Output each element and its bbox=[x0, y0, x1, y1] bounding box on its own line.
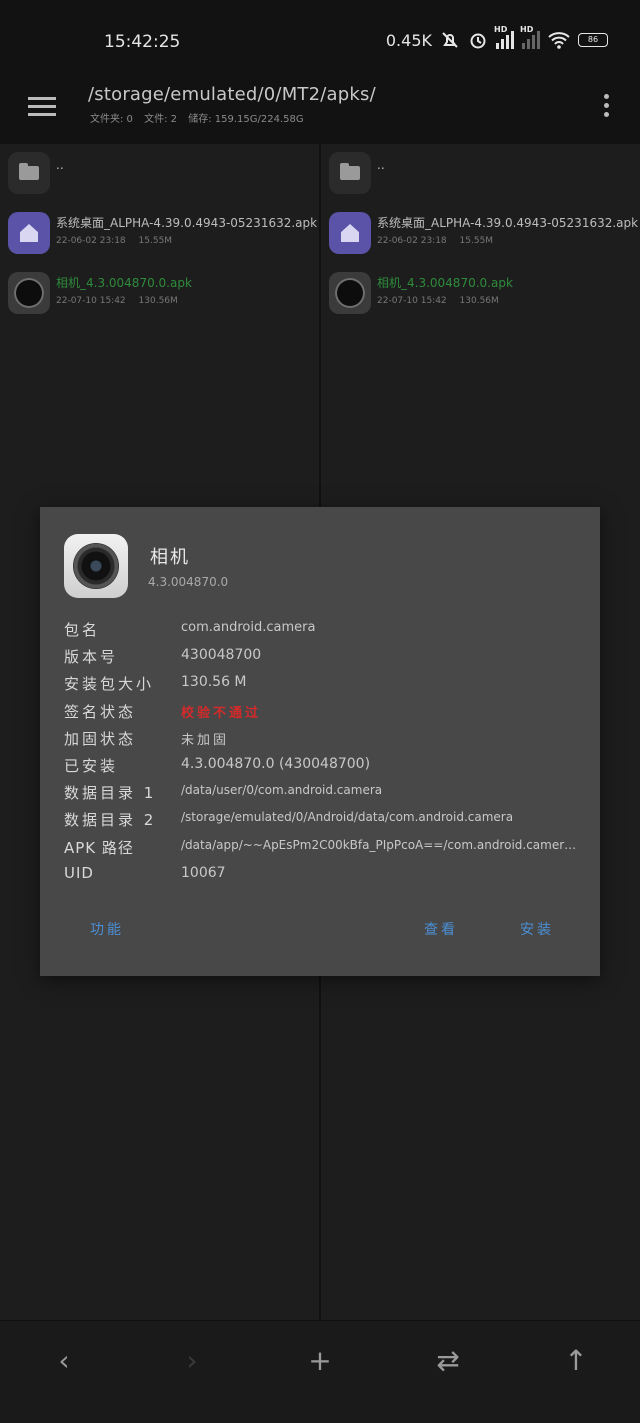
toolbar: /storage/emulated/0/MT2/apks/ 文件夹: 0 文件:… bbox=[0, 80, 640, 144]
alarm-icon bbox=[470, 33, 486, 49]
file-date: 22-06-02 23:18 bbox=[377, 236, 447, 246]
list-item[interactable]: 相机_4.3.004870.0.apk 22-07-10 15:42 130.5… bbox=[0, 268, 319, 328]
signal-icon: HD bbox=[520, 25, 540, 49]
file-size: 130.56M bbox=[138, 296, 178, 306]
file-meta: 22-07-10 15:42 130.56M bbox=[377, 296, 509, 306]
folder-icon bbox=[329, 152, 371, 194]
net-speed: 0.45K bbox=[385, 30, 432, 50]
file-name: .. bbox=[56, 158, 64, 172]
functions-button[interactable]: 功能 bbox=[90, 919, 124, 939]
info-value[interactable]: 未加固 bbox=[181, 729, 229, 748]
app-name: 相机 bbox=[150, 547, 190, 568]
list-item[interactable]: 系统桌面_ALPHA-4.39.0.4943-05231632.apk 22-0… bbox=[321, 208, 640, 268]
camera-app-icon bbox=[64, 534, 128, 598]
apk-info-dialog: 相机 4.3.004870.0 包名 com.android.camera 版本… bbox=[40, 507, 600, 976]
file-meta: 22-07-10 15:42 130.56M bbox=[56, 296, 188, 306]
status-time: 15:42:25 bbox=[104, 32, 181, 52]
file-size: 15.55M bbox=[459, 236, 494, 246]
info-label: 安装包大小 bbox=[64, 675, 155, 694]
info-row-apk-path: APK 路径 /data/app/~~ApEsPm2C00kBfa_PIpPco… bbox=[64, 835, 584, 862]
info-label: 签名状态 bbox=[64, 702, 137, 721]
info-row-installed: 已安装 4.3.004870.0 (430048700) bbox=[64, 753, 584, 780]
info-value[interactable]: /storage/emulated/0/Android/data/com.and… bbox=[181, 810, 513, 824]
info-row-package: 包名 com.android.camera bbox=[64, 617, 584, 644]
info-value[interactable]: /data/user/0/com.android.camera bbox=[181, 783, 382, 797]
info-value[interactable]: 10067 bbox=[181, 865, 226, 881]
status-bar: 15:42:25 0.45K HD HD 86 bbox=[0, 0, 640, 80]
camera-icon bbox=[329, 272, 371, 314]
file-name: 相机_4.3.004870.0.apk bbox=[377, 276, 513, 290]
folder-count: 文件夹: 0 bbox=[90, 114, 133, 125]
launcher-icon bbox=[329, 212, 371, 254]
apk-info-list: 包名 com.android.camera 版本号 430048700 安装包大… bbox=[64, 617, 584, 889]
info-value[interactable]: 130.56 M bbox=[181, 674, 247, 690]
more-options-icon[interactable] bbox=[604, 90, 610, 121]
battery-icon: 86 bbox=[578, 33, 608, 47]
current-path[interactable]: /storage/emulated/0/MT2/apks/ bbox=[88, 84, 376, 105]
file-size: 130.56M bbox=[459, 296, 499, 306]
file-meta: 22-06-02 23:18 15.55M bbox=[377, 236, 503, 246]
wifi-icon bbox=[548, 32, 570, 49]
file-count: 文件: 2 bbox=[144, 114, 178, 125]
file-name: .. bbox=[377, 158, 385, 172]
forward-arrow-icon[interactable]: › bbox=[172, 1341, 212, 1381]
file-name: 系统桌面_ALPHA-4.39.0.4943-05231632.apk bbox=[56, 216, 318, 230]
info-row-signature: 签名状态 校验不通过 bbox=[64, 699, 584, 726]
file-date: 22-07-10 15:42 bbox=[377, 296, 447, 306]
list-item[interactable]: .. bbox=[0, 144, 319, 204]
info-label: 数据目录 2 bbox=[64, 811, 157, 830]
info-value[interactable]: 430048700 bbox=[181, 647, 261, 663]
file-meta: 22-06-02 23:18 15.55M bbox=[56, 236, 182, 246]
view-button[interactable]: 查看 bbox=[424, 919, 458, 939]
status-icons: 0.45K HD HD 86 bbox=[385, 25, 608, 50]
info-value[interactable]: /data/app/~~ApEsPm2C00kBfa_PIpPcoA==/com… bbox=[181, 838, 581, 852]
info-row-uid: UID 10067 bbox=[64, 862, 584, 889]
signature-status[interactable]: 校验不通过 bbox=[181, 702, 261, 721]
swap-panes-icon[interactable]: ⇄ bbox=[428, 1341, 468, 1381]
install-button[interactable]: 安装 bbox=[520, 919, 554, 939]
file-name: 相机_4.3.004870.0.apk bbox=[56, 276, 192, 290]
info-label: 数据目录 1 bbox=[64, 784, 157, 803]
back-arrow-icon[interactable]: ‹ bbox=[44, 1341, 84, 1381]
mute-icon bbox=[442, 32, 458, 48]
app-version: 4.3.004870.0 bbox=[148, 575, 229, 589]
info-row-protection: 加固状态 未加固 bbox=[64, 726, 584, 753]
file-name: 系统桌面_ALPHA-4.39.0.4943-05231632.apk bbox=[377, 216, 639, 230]
info-row-version-code: 版本号 430048700 bbox=[64, 644, 584, 671]
info-label: 加固状态 bbox=[64, 729, 137, 748]
info-row-data-dir-2: 数据目录 2 /storage/emulated/0/Android/data/… bbox=[64, 807, 584, 834]
info-label: UID bbox=[64, 863, 94, 882]
file-date: 22-06-02 23:18 bbox=[56, 236, 126, 246]
info-value[interactable]: com.android.camera bbox=[181, 620, 315, 635]
signal-icon: HD bbox=[494, 25, 514, 49]
bottom-toolbar: ‹ › + ⇄ ↑ bbox=[0, 1320, 640, 1423]
info-row-size: 安装包大小 130.56 M bbox=[64, 671, 584, 698]
info-row-data-dir-1: 数据目录 1 /data/user/0/com.android.camera bbox=[64, 780, 584, 807]
file-size: 15.55M bbox=[138, 236, 173, 246]
path-stats: 文件夹: 0 文件: 2 储存: 159.15G/224.58G bbox=[90, 110, 312, 125]
folder-icon bbox=[8, 152, 50, 194]
list-item[interactable]: 系统桌面_ALPHA-4.39.0.4943-05231632.apk 22-0… bbox=[0, 208, 319, 268]
info-label: APK 路径 bbox=[64, 838, 134, 857]
storage-usage: 储存: 159.15G/224.58G bbox=[188, 114, 304, 125]
file-date: 22-07-10 15:42 bbox=[56, 296, 126, 306]
list-item[interactable]: 相机_4.3.004870.0.apk 22-07-10 15:42 130.5… bbox=[321, 268, 640, 328]
list-item[interactable]: .. bbox=[321, 144, 640, 204]
info-value[interactable]: 4.3.004870.0 (430048700) bbox=[181, 756, 370, 772]
camera-icon bbox=[8, 272, 50, 314]
launcher-icon bbox=[8, 212, 50, 254]
info-label: 已安装 bbox=[64, 756, 119, 775]
info-label: 包名 bbox=[64, 621, 101, 639]
hamburger-menu-icon[interactable] bbox=[28, 92, 56, 116]
add-icon[interactable]: + bbox=[300, 1341, 340, 1381]
info-label: 版本号 bbox=[64, 648, 119, 667]
up-arrow-icon[interactable]: ↑ bbox=[556, 1341, 596, 1381]
